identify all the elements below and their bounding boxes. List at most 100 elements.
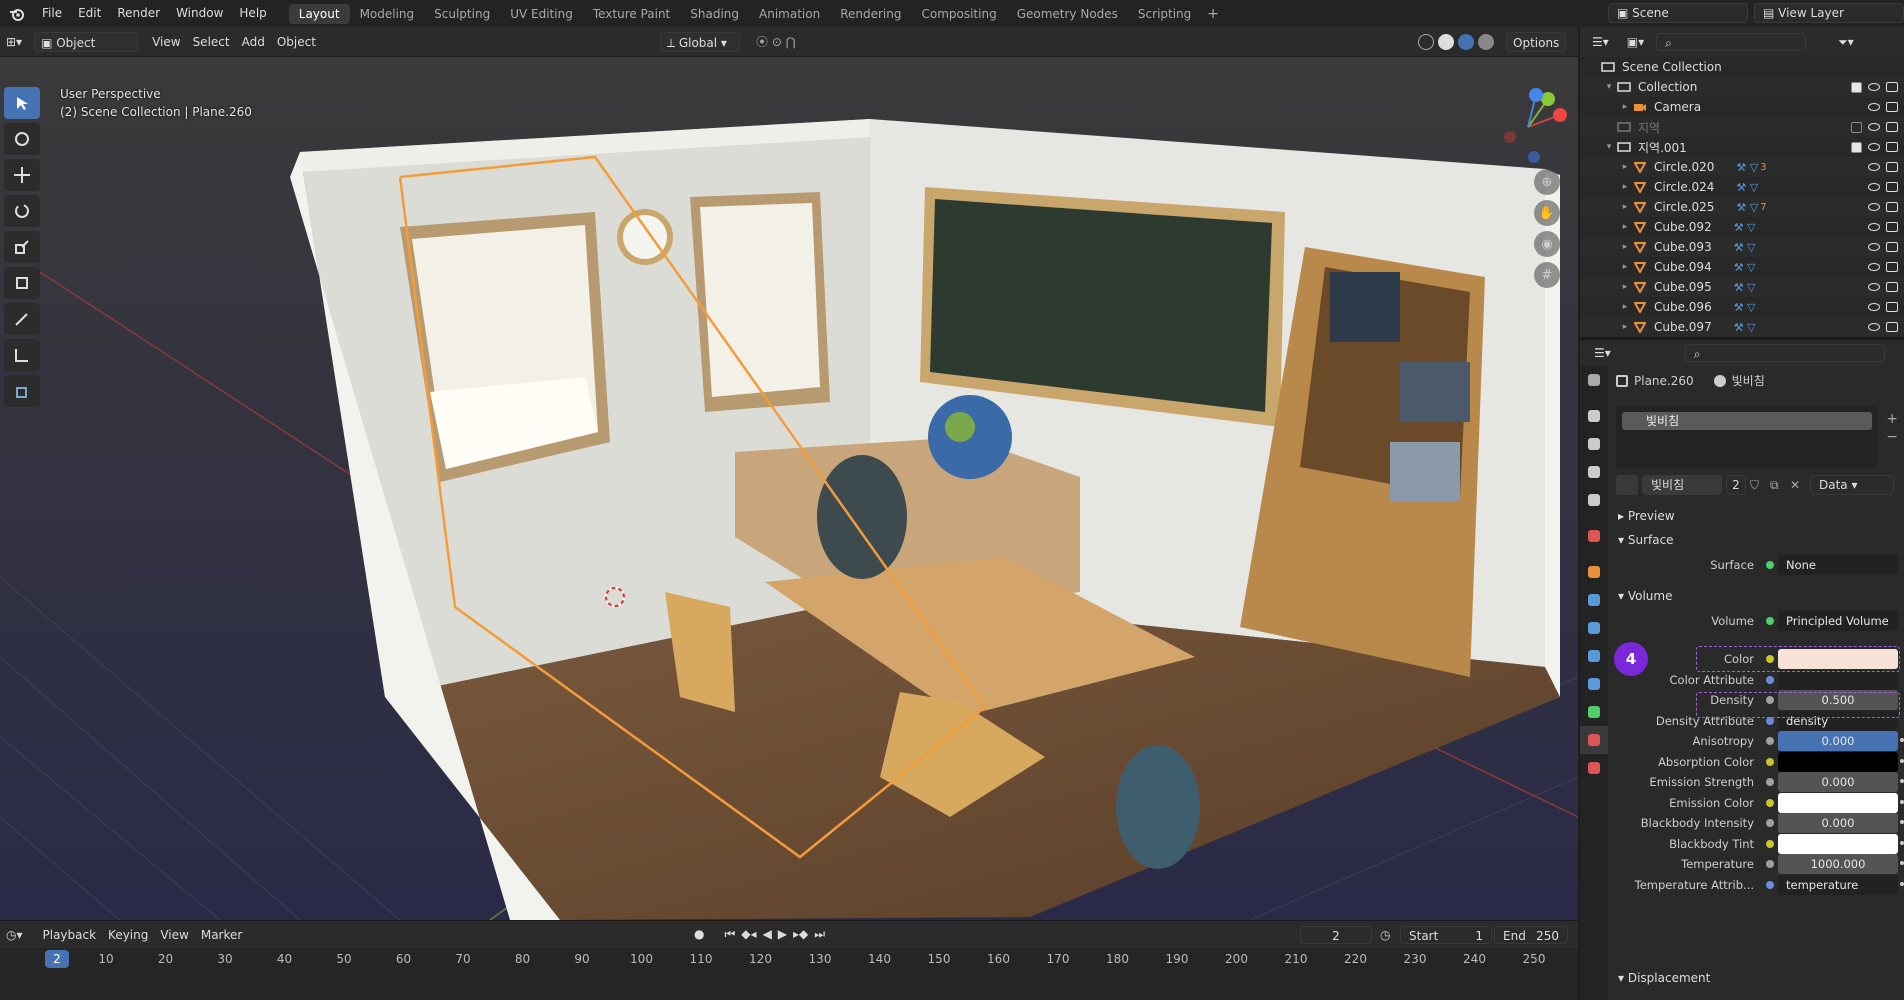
input-field[interactable]: 0.000 [1778,731,1898,751]
outliner-row[interactable]: ▸ Cube.093 ⚒ ▽ [1580,237,1904,257]
start-frame-field[interactable]: Start 1 [1400,925,1492,944]
viewport-menu-object[interactable]: Object [271,32,322,52]
navigation-gizmo[interactable] [1488,87,1568,170]
display-mode-icon[interactable]: ▣▾ [1621,32,1650,52]
eye-icon[interactable] [1868,303,1880,311]
color-swatch[interactable] [1778,833,1898,854]
prev-keyframe-icon[interactable]: ◆◂ [741,927,756,942]
rendered-shading-icon[interactable] [1478,33,1494,50]
disclosure-triangle-icon[interactable]: ▸ [1618,262,1632,272]
workspace-tab-shading[interactable]: Shading [680,4,749,24]
timeline-menu-view[interactable]: View [154,925,194,945]
camera-view-icon[interactable]: ◉ [1534,231,1560,257]
displacement-panel-header[interactable]: ▾ Displacement [1608,966,1904,990]
modifier-data-icons[interactable]: ⚒ ▽ [1734,281,1756,294]
render-camera-icon[interactable] [1886,222,1898,232]
modifier-data-icons[interactable]: ⚒ ▽ [1734,221,1756,234]
disclosure-triangle-icon[interactable]: ▸ [1618,222,1632,232]
input-field[interactable]: 0.000 [1778,772,1898,792]
workspace-tab-sculpting[interactable]: Sculpting [424,4,500,24]
frame-cursor[interactable]: 2 [45,950,69,968]
ortho-grid-icon[interactable]: # [1534,262,1560,288]
current-frame-field[interactable]: 2 [1300,925,1372,944]
cursor-tool-icon[interactable] [4,123,40,155]
viewport-menu-add[interactable]: Add [236,32,271,52]
timeline-menu-playback[interactable]: Playback [37,925,103,945]
eye-icon[interactable] [1868,83,1880,91]
material-slot-item[interactable]: 빛비침 [1622,412,1872,430]
outliner-row[interactable]: ▸ Circle.024 ⚒ ▽ [1580,177,1904,197]
socket-icon[interactable] [1766,757,1774,766]
scale-tool-icon[interactable] [4,231,40,263]
blender-logo-icon[interactable] [6,3,28,25]
workspace-tab-animation[interactable]: Animation [749,4,830,24]
menu-window[interactable]: Window [168,0,231,27]
keyframe-dot-icon[interactable] [1900,840,1904,845]
eye-icon[interactable] [1868,263,1880,271]
workspace-tab-modeling[interactable]: Modeling [350,4,425,24]
menu-edit[interactable]: Edit [70,0,109,27]
modifier-data-icons[interactable]: ⚒ ▽ [1736,201,1758,214]
render-icon[interactable] [1580,402,1608,430]
play-icon[interactable]: ▶ [778,927,787,942]
input-field[interactable]: 0.000 [1778,813,1898,833]
eye-icon[interactable] [1868,243,1880,251]
scene-icon[interactable] [1580,486,1608,514]
properties-editor-type-icon[interactable]: ☰▾ [1588,343,1617,363]
material-shading-icon[interactable] [1458,33,1474,50]
outliner-search-input[interactable]: ⌕ [1656,33,1807,51]
volume-value-field[interactable]: Principled Volume [1778,611,1898,631]
material-slot-list[interactable]: 빛비침 [1616,406,1878,468]
workspace-tab-scripting[interactable]: Scripting [1128,4,1201,24]
render-camera-icon[interactable] [1886,182,1898,192]
eye-icon[interactable] [1868,323,1880,331]
jump-end-icon[interactable]: ⏭ [814,927,825,942]
socket-icon[interactable] [1766,737,1774,745]
modifier-data-icons[interactable]: ⚒ ▽ [1734,241,1756,254]
object-icon[interactable] [1580,558,1608,586]
physics-icon[interactable] [1580,642,1608,670]
socket-icon[interactable] [1766,798,1774,807]
render-camera-icon[interactable] [1886,122,1898,132]
object-data-icon[interactable] [1580,698,1608,726]
input-field[interactable] [1778,669,1898,690]
add-workspace-icon[interactable]: + [1201,6,1225,22]
mode-dropdown[interactable]: ▣ Object Mode ▾ [34,31,139,70]
keyframe-dot-icon[interactable] [1900,820,1904,824]
timeline-editor-type-icon[interactable]: ◷▾ [0,925,29,945]
outliner-row[interactable]: ▸ Cube.092 ⚒ ▽ [1580,217,1904,237]
outliner-row[interactable]: ▾ 지역.001 [1580,137,1904,157]
disclosure-triangle-icon[interactable]: ▾ [1602,82,1616,92]
workspace-tab-geometry-nodes[interactable]: Geometry Nodes [1007,4,1128,24]
input-field[interactable]: temperature [1778,874,1898,895]
record-icon[interactable]: ● [694,927,704,942]
viewport-menu-view[interactable]: View [146,32,186,52]
input-field[interactable]: 1000.000 [1778,854,1898,874]
snap-icon[interactable]: ⦿ ⊙ ⋂ [750,32,802,52]
outliner-editor-type-icon[interactable]: ☰▾ [1586,32,1615,52]
material-browse-icon[interactable] [1616,475,1638,495]
eye-icon[interactable] [1868,283,1880,291]
zoom-icon[interactable]: ⊕ [1534,169,1560,195]
keyframe-dot-icon[interactable] [1900,881,1904,886]
eye-icon[interactable] [1868,103,1880,111]
user-count[interactable]: 2 [1726,475,1746,495]
timeline-ruler[interactable]: 2 10 20 30 40 50 60 70 80 90 100 110 120 130 140 150 16… [0,948,1578,1000]
render-camera-icon[interactable] [1886,142,1898,152]
keyframe-dot-icon[interactable] [1900,779,1904,783]
eye-icon[interactable] [1868,143,1880,151]
disclosure-triangle-icon[interactable]: ▾ [1602,142,1616,152]
view-layer-selector[interactable]: ▤ View Layer [1754,3,1904,23]
socket-icon[interactable] [1766,880,1774,889]
socket-icon[interactable] [1766,819,1774,827]
modifier-data-icons[interactable]: ⚒ ▽ [1734,301,1756,314]
material-icon[interactable] [1580,726,1608,754]
socket-icon[interactable] [1766,860,1774,868]
exclude-checkbox[interactable] [1851,81,1862,93]
preview-panel-header[interactable]: ▸ Preview [1608,504,1904,528]
eye-icon[interactable] [1868,203,1880,211]
surface-panel-header[interactable]: ▾ Surface [1608,528,1904,552]
outliner-row[interactable]: ▸ Circle.025 ⚒ ▽ 7 [1580,197,1904,217]
modifier-data-icons[interactable]: ⚒ ▽ [1736,181,1758,194]
modifier-data-icons[interactable]: ⚒ ▽ [1734,261,1756,274]
